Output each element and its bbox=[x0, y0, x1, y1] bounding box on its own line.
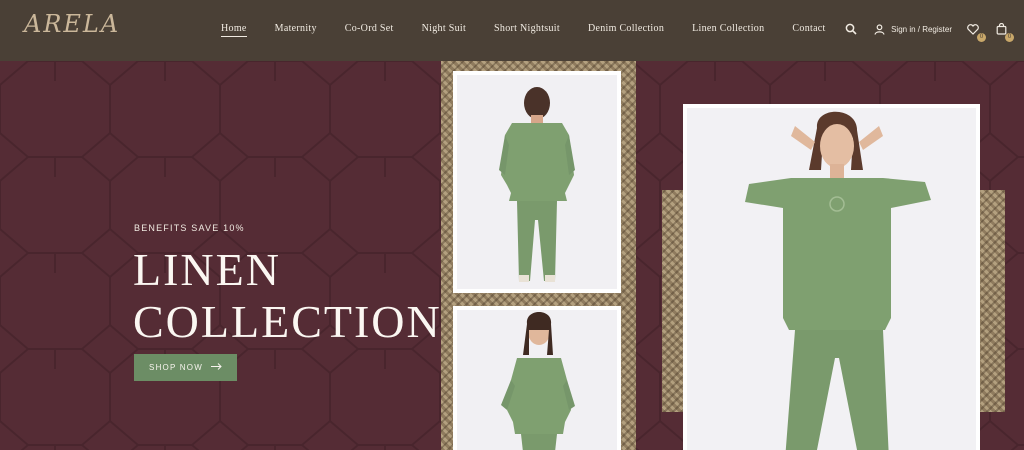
signin-link[interactable]: Sign in / Register bbox=[872, 22, 952, 36]
nav-home[interactable]: Home bbox=[221, 23, 247, 37]
hero-title-line-1: LINEN bbox=[133, 244, 281, 295]
nav-short-nightsuit[interactable]: Short Nightsuit bbox=[494, 23, 560, 37]
product-photo-model-main[interactable] bbox=[683, 104, 980, 450]
shop-now-button[interactable]: SHOP NOW bbox=[134, 354, 237, 381]
nav-contact[interactable]: Contact bbox=[792, 23, 825, 37]
wishlist-icon[interactable]: 0 bbox=[966, 22, 986, 42]
brand-logo[interactable]: ARELA bbox=[24, 10, 120, 38]
nav-denim-collection[interactable]: Denim Collection bbox=[588, 23, 664, 37]
search-icon[interactable] bbox=[844, 22, 858, 36]
site-header: ARELA Home Maternity Co-Ord Set Night Su… bbox=[0, 0, 1024, 61]
shop-now-label: SHOP NOW bbox=[149, 363, 203, 372]
hero-banner: BENEFITS SAVE 10% LINEN COLLECTION SHOP … bbox=[0, 61, 1024, 450]
hero-title: LINEN COLLECTION bbox=[133, 244, 473, 348]
nav-co-ord-set[interactable]: Co-Ord Set bbox=[345, 23, 394, 37]
nav-linen-collection[interactable]: Linen Collection bbox=[692, 23, 764, 37]
signin-label: Sign in / Register bbox=[891, 24, 952, 34]
nav-night-suit[interactable]: Night Suit bbox=[422, 23, 466, 37]
cart-icon[interactable]: 0 bbox=[994, 22, 1014, 42]
user-icon bbox=[872, 22, 886, 36]
cart-count-badge: 0 bbox=[1005, 33, 1014, 42]
product-photo-front-view[interactable] bbox=[453, 306, 621, 450]
main-nav: Home Maternity Co-Ord Set Night Suit Sho… bbox=[221, 23, 854, 37]
hero-eyebrow: BENEFITS SAVE 10% bbox=[134, 223, 245, 233]
arrow-right-icon bbox=[210, 363, 222, 372]
product-photo-back-view[interactable] bbox=[453, 71, 621, 293]
wishlist-count-badge: 0 bbox=[977, 33, 986, 42]
nav-maternity[interactable]: Maternity bbox=[275, 23, 317, 37]
hero-title-line-2: COLLECTION bbox=[133, 296, 442, 347]
header-actions: Sign in / Register 0 0 bbox=[844, 22, 1014, 42]
